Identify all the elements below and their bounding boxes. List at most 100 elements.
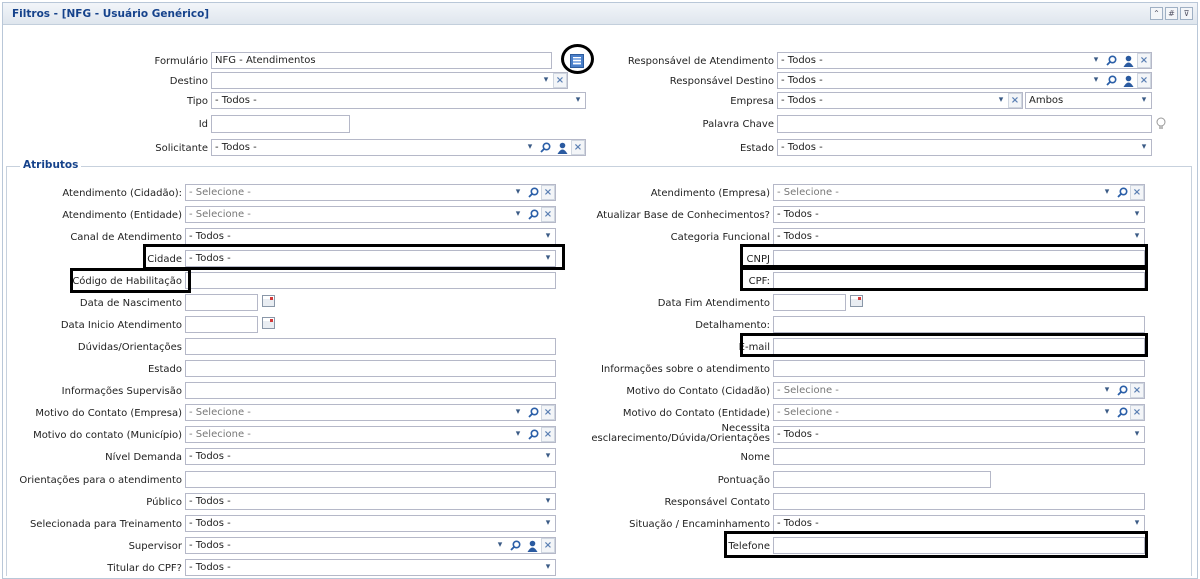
search-icon[interactable] [526, 405, 540, 420]
motivo-municipio-select[interactable]: - Selecione - ▾ × [185, 426, 556, 443]
clear-icon[interactable]: × [1130, 405, 1144, 420]
chevron-down-icon[interactable]: ▾ [1137, 93, 1151, 108]
chevron-down-icon[interactable]: ▾ [493, 538, 507, 553]
canal-atendimento-select[interactable]: - Todos - ▾ [185, 228, 556, 245]
titular-cpf-select[interactable]: - Todos - ▾ [185, 559, 556, 576]
motivo-cidadao-select[interactable]: - Selecione - ▾ × [773, 382, 1145, 399]
empresa-tipo-select[interactable]: Ambos ▾ [1025, 92, 1152, 109]
situacao-select[interactable]: - Todos - ▾ [773, 515, 1145, 532]
nome-input[interactable] [773, 448, 1145, 465]
chevron-down-icon[interactable]: ▾ [1100, 185, 1114, 200]
chevron-down-icon[interactable]: ▾ [511, 207, 525, 222]
orientacoes-input[interactable] [185, 471, 556, 488]
necessita-select[interactable]: - Todos - ▾ [773, 426, 1145, 443]
supervisor-select[interactable]: - Todos - ▾ × [185, 537, 556, 554]
chevron-down-icon[interactable]: ▾ [541, 251, 555, 266]
categoria-funcional-select[interactable]: - Todos - ▾ [773, 228, 1145, 245]
empresa-select[interactable]: - Todos - ▾ × [777, 92, 1023, 109]
pontuacao-input[interactable] [773, 471, 991, 488]
search-icon[interactable] [1104, 73, 1118, 88]
palavra-chave-input[interactable] [777, 115, 1152, 133]
chevron-down-icon[interactable]: ▾ [1130, 229, 1144, 244]
search-icon[interactable] [1104, 53, 1118, 68]
clear-icon[interactable]: × [541, 405, 555, 420]
publico-select[interactable]: - Todos - ▾ [185, 493, 556, 510]
cpf-input[interactable] [773, 272, 1145, 289]
clear-icon[interactable]: × [1137, 53, 1151, 68]
chevron-down-icon[interactable]: ▾ [571, 93, 585, 108]
chevron-down-icon[interactable]: ▾ [511, 405, 525, 420]
cidade-select[interactable]: - Todos - ▾ [185, 250, 556, 267]
calendar-icon[interactable] [262, 295, 275, 307]
solicitante-select[interactable]: - Todos - ▾ × [211, 139, 586, 156]
atendimento-cidadao-select[interactable]: - Selecione - ▾ × [185, 184, 556, 201]
id-input[interactable] [211, 115, 350, 133]
collapse-button[interactable]: ⌃ [1150, 7, 1163, 20]
chevron-down-icon[interactable]: ▾ [1100, 383, 1114, 398]
search-icon[interactable] [526, 207, 540, 222]
nivel-demanda-select[interactable]: - Todos - ▾ [185, 448, 556, 465]
data-nascimento-input[interactable] [185, 294, 258, 311]
chevron-down-icon[interactable]: ▾ [541, 494, 555, 509]
calendar-icon[interactable] [262, 317, 275, 329]
data-fim-input[interactable] [773, 294, 846, 311]
chevron-down-icon[interactable]: ▾ [1137, 140, 1151, 155]
clear-icon[interactable]: × [1130, 185, 1144, 200]
clear-icon[interactable]: × [541, 427, 555, 442]
grid-toggle-button[interactable]: # [1165, 7, 1178, 20]
chevron-down-icon[interactable]: ▾ [539, 73, 553, 88]
search-icon[interactable] [1115, 405, 1129, 420]
clear-icon[interactable]: × [1137, 73, 1151, 88]
cnpj-input[interactable] [773, 250, 1145, 267]
motivo-empresa-select[interactable]: - Selecione - ▾ × [185, 404, 556, 421]
estado-select[interactable]: - Todos - ▾ [777, 139, 1152, 156]
chevron-down-icon[interactable]: ▾ [1130, 427, 1144, 442]
search-icon[interactable] [526, 185, 540, 200]
chevron-down-icon[interactable]: ▾ [511, 185, 525, 200]
search-icon[interactable] [1115, 185, 1129, 200]
formulario-field[interactable]: NFG - Atendimentos [211, 52, 552, 69]
clear-icon[interactable]: × [571, 140, 585, 155]
telefone-input[interactable] [773, 537, 1145, 554]
atendimento-entidade-select[interactable]: - Selecione - ▾ × [185, 206, 556, 223]
chevron-down-icon[interactable]: ▾ [541, 516, 555, 531]
chevron-down-icon[interactable]: ▾ [523, 140, 537, 155]
motivo-entidade-select[interactable]: - Selecione - ▾ × [773, 404, 1145, 421]
lightbulb-icon[interactable] [1156, 117, 1166, 131]
estado-input[interactable] [185, 360, 556, 377]
search-icon[interactable] [508, 538, 522, 553]
data-inicio-input[interactable] [185, 316, 258, 333]
codigo-habilitacao-input[interactable] [185, 272, 556, 289]
treinamento-select[interactable]: - Todos - ▾ [185, 515, 556, 532]
user-icon[interactable] [1121, 53, 1135, 68]
user-icon[interactable] [1121, 73, 1135, 88]
destino-select[interactable]: ▾ × [211, 72, 568, 89]
chevron-down-icon[interactable]: ▾ [541, 229, 555, 244]
clear-icon[interactable]: × [1008, 93, 1022, 108]
duvidas-input[interactable] [185, 338, 556, 355]
responsavel-atendimento-select[interactable]: - Todos - ▾ × [777, 52, 1152, 69]
chevron-down-icon[interactable]: ▾ [1089, 53, 1103, 68]
chevron-down-icon[interactable]: ▾ [511, 427, 525, 442]
informacoes-supervisao-input[interactable] [185, 382, 556, 399]
clear-icon[interactable]: × [541, 538, 555, 553]
user-icon[interactable] [555, 140, 569, 155]
detalhamento-input[interactable] [773, 316, 1145, 333]
chevron-down-icon[interactable]: ▾ [994, 93, 1008, 108]
clear-icon[interactable]: × [553, 73, 567, 88]
clear-icon[interactable]: × [1130, 383, 1144, 398]
filter-button[interactable]: ⊽ [1180, 7, 1193, 20]
responsavel-contato-input[interactable] [773, 493, 1145, 510]
search-icon[interactable] [526, 427, 540, 442]
user-icon[interactable] [525, 538, 539, 553]
chevron-down-icon[interactable]: ▾ [1130, 516, 1144, 531]
search-icon[interactable] [1115, 383, 1129, 398]
atualizar-base-select[interactable]: - Todos - ▾ [773, 206, 1145, 223]
chevron-down-icon[interactable]: ▾ [1100, 405, 1114, 420]
atendimento-empresa-select[interactable]: - Selecione - ▾ × [773, 184, 1145, 201]
list-grid-icon[interactable] [570, 54, 584, 68]
chevron-down-icon[interactable]: ▾ [1130, 207, 1144, 222]
responsavel-destino-select[interactable]: - Todos - ▾ × [777, 72, 1152, 89]
chevron-down-icon[interactable]: ▾ [1089, 73, 1103, 88]
chevron-down-icon[interactable]: ▾ [541, 449, 555, 464]
